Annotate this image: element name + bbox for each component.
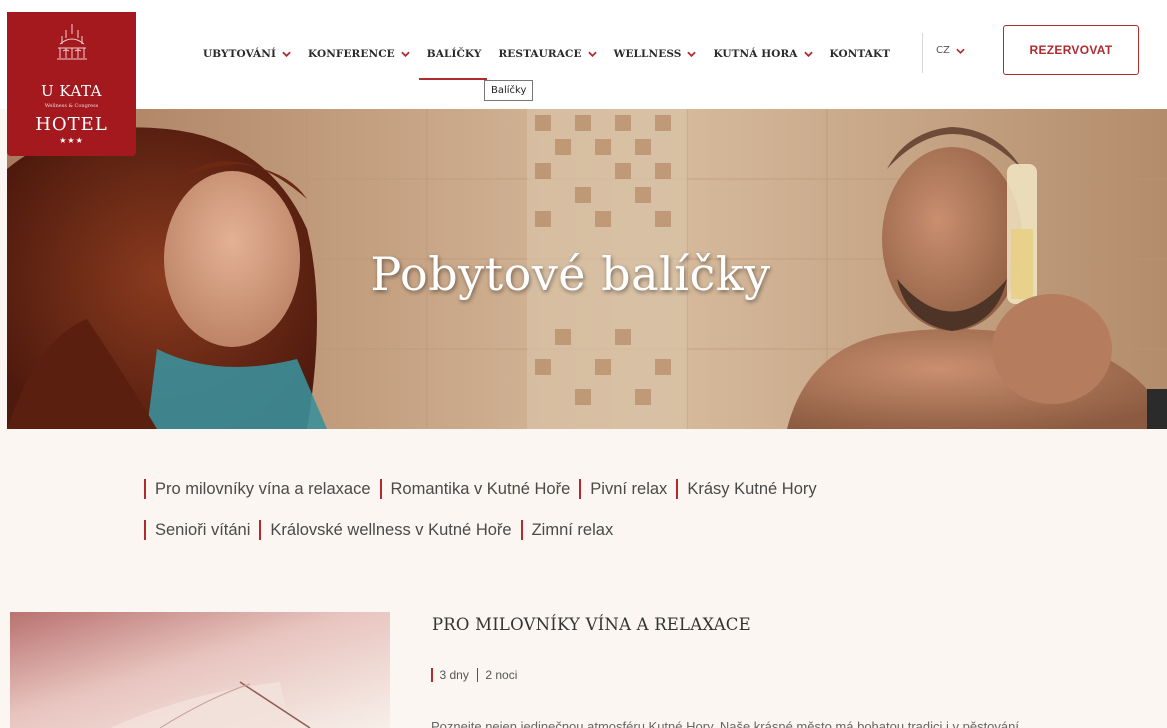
nav-item-wellness[interactable]: WELLNESS [614, 48, 697, 60]
link-bar [259, 520, 262, 540]
link-bar [579, 479, 582, 499]
language-label: CZ [936, 45, 950, 56]
nav-item-restaurace[interactable]: RESTAURACE [498, 48, 597, 60]
nav-item-konference[interactable]: KONFERENCE [308, 48, 410, 60]
package-nights: 2 noci [476, 668, 518, 682]
site-header: UBYTOVÁNÍ KONFERENCE BALÍČKY RESTAURACE … [0, 0, 1167, 109]
package-days: 3 dny [431, 668, 469, 682]
link-label: Pro milovníky vína a relaxace [155, 479, 371, 498]
meta-bar [476, 668, 479, 682]
nav-label: KUTNÁ HORA [713, 48, 798, 60]
nav-label: BALÍČKY [426, 48, 482, 60]
package-links-row: Senioři vítáni Královské wellness v Kutn… [144, 519, 1044, 541]
link-label: Romantika v Kutné Hoře [390, 479, 571, 498]
nav-label: WELLNESS [613, 48, 682, 60]
main-nav: UBYTOVÁNÍ KONFERENCE BALÍČKY RESTAURACE … [203, 44, 890, 64]
logo-name: U KATA [40, 82, 103, 100]
nav-item-ubytovani[interactable]: UBYTOVÁNÍ [203, 48, 291, 60]
hero-title: Pobytové balíčky [370, 247, 771, 301]
link-label: Krásy Kutné Hory [687, 479, 817, 498]
link-label: Senioři vítáni [155, 520, 251, 539]
chevron-down-icon [956, 48, 965, 54]
link-bar [676, 479, 679, 499]
nights-label: 2 noci [485, 668, 518, 682]
nav-active-indicator [419, 78, 487, 80]
chevron-down-icon [401, 51, 410, 57]
language-switcher[interactable]: CZ [936, 45, 965, 56]
link-label: Zimní relax [531, 520, 614, 539]
package-description: Poznejte nejen jedinečnou atmosféru Kutn… [431, 719, 1019, 728]
nav-item-balicky[interactable]: BALÍČKY [427, 48, 482, 60]
logo-tagline: Wellness & Congress [44, 103, 99, 109]
logo-hotel: HOTEL [35, 114, 108, 135]
hotel-logo[interactable]: U KATA Wellness & Congress HOTEL ★★★ [7, 12, 136, 156]
wine-glass-photo [10, 612, 390, 728]
header-divider [922, 33, 923, 73]
link-bar [144, 520, 146, 540]
logo-stars: ★★★ [59, 136, 84, 145]
link-label: Pivní relax [590, 479, 668, 498]
chevron-down-icon [687, 51, 697, 57]
nav-label: KONFERENCE [308, 48, 395, 60]
cathedral-logo-icon [57, 24, 87, 60]
nav-label: UBYTOVÁNÍ [203, 48, 277, 60]
package-link-romance[interactable]: Romantika v Kutné Hoře [379, 479, 571, 499]
link-bar [520, 520, 523, 540]
package-links: Pro milovníky vína a relaxace Romantika … [144, 478, 1044, 560]
package-title: PRO MILOVNÍKY VÍNA A RELAXACE [432, 615, 751, 634]
nav-item-kutna-hora[interactable]: KUTNÁ HORA [713, 48, 813, 60]
package-link-winter[interactable]: Zimní relax [520, 520, 614, 540]
link-bar [144, 479, 146, 499]
package-link-wine[interactable]: Pro milovníky vína a relaxace [144, 479, 371, 499]
package-image [10, 612, 390, 728]
chevron-down-icon [282, 51, 291, 57]
nav-label: RESTAURACE [498, 48, 582, 60]
nav-label: KONTAKT [829, 48, 891, 60]
chevron-down-icon [587, 51, 597, 57]
package-link-beer[interactable]: Pivní relax [579, 479, 667, 499]
package-links-row: Pro milovníky vína a relaxace Romantika … [144, 478, 1044, 500]
hero-banner: Pobytové balíčky [7, 109, 1167, 429]
package-meta: 3 dny 2 noci [431, 668, 525, 682]
reserve-button[interactable]: REZERVOVAT [1003, 25, 1139, 75]
nav-tooltip: Balíčky [484, 80, 534, 101]
meta-bar [431, 668, 433, 682]
link-label: Královské wellness v Kutné Hoře [270, 520, 512, 539]
chevron-down-icon [803, 51, 813, 57]
package-link-seniors[interactable]: Senioři vítáni [144, 520, 250, 540]
nav-item-kontakt[interactable]: KONTAKT [830, 48, 891, 60]
days-label: 3 dny [439, 668, 469, 682]
link-bar [379, 479, 382, 499]
package-link-beauty[interactable]: Krásy Kutné Hory [676, 479, 817, 499]
package-link-royal-wellness[interactable]: Královské wellness v Kutné Hoře [259, 520, 512, 540]
